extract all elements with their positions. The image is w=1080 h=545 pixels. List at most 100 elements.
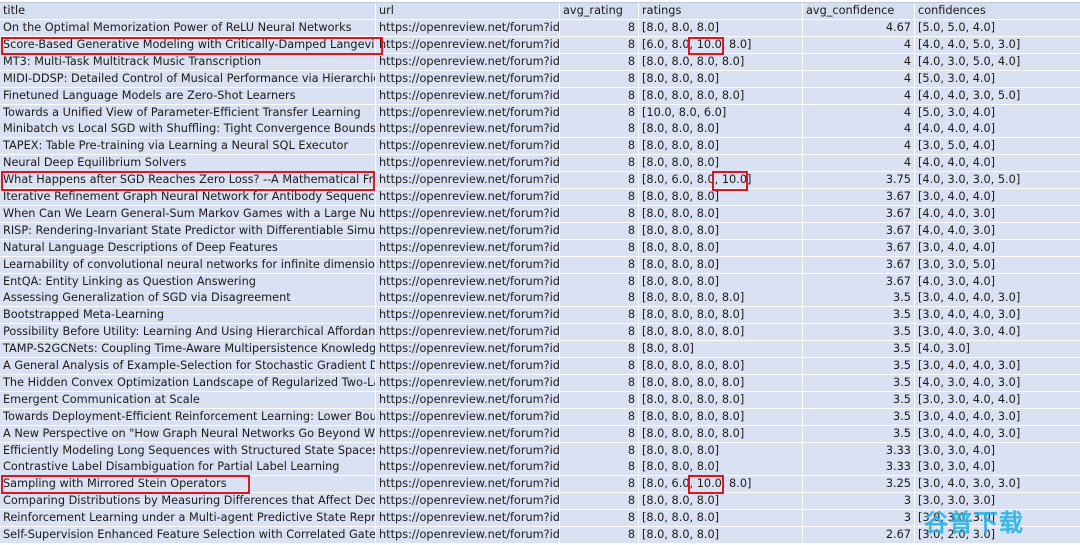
column-header-avg-confidence[interactable]: avg_confidence [803,3,915,19]
cell-avg-rating[interactable]: 8 [560,476,639,493]
cell-ratings[interactable]: [8.0, 8.0, 8.0] [639,20,803,36]
cell-avg-rating[interactable]: 8 [560,324,639,341]
cell-title[interactable]: The Hidden Convex Optimization Landscape… [0,374,376,391]
cell-confidences[interactable]: [4.0, 3.0, 3.0, 5.0] [915,172,1080,188]
cell-url[interactable]: https://openreview.net/forum?id= [376,442,560,459]
cell-avg-rating[interactable]: 8 [560,391,639,408]
cell-title[interactable]: Self-Supervision Enhanced Feature Select… [0,527,376,543]
cell-ratings[interactable]: [8.0, 8.0, 8.0] [639,510,803,527]
cell-confidences[interactable]: [3.0, 4.0, 3.0, 3.0] [915,476,1080,492]
cell-avg-rating[interactable]: 8 [560,87,639,104]
cell-ratings[interactable]: [8.0, 8.0, 8.0] [639,256,803,273]
cell-avg-rating[interactable]: 8 [560,155,639,172]
cell-avg-confidence[interactable]: 4 [803,138,915,155]
cell-url[interactable]: https://openreview.net/forum?id= [376,510,560,527]
cell-avg-confidence[interactable]: 3.67 [803,273,915,290]
cell-ratings[interactable]: [8.0, 8.0, 8.0] [639,222,803,239]
cell-ratings[interactable]: [8.0, 8.0, 8.0] [639,138,803,155]
cell-ratings[interactable]: [8.0, 8.0, 8.0] [639,70,803,87]
cell-url[interactable]: https://openreview.net/forum?id= [376,341,560,358]
cell-confidences[interactable]: [3.0, 4.0, 4.0] [915,189,1080,205]
cell-confidences[interactable]: [4.0, 3.0, 5.0, 4.0] [915,54,1080,70]
cell-ratings[interactable]: [8.0, 8.0, 8.0] [639,493,803,510]
cell-url[interactable]: https://openreview.net/forum?id= [376,527,560,543]
cell-confidences[interactable]: [3.0, 3.0, 4.0, 4.0] [915,392,1080,408]
cell-ratings[interactable]: [8.0, 8.0, 8.0] [639,442,803,459]
cell-url[interactable]: https://openreview.net/forum?id= [376,20,560,36]
cell-ratings[interactable]: [8.0, 8.0, 8.0, 8.0] [639,307,803,324]
cell-ratings[interactable]: [8.0, 8.0, 8.0, 8.0] [639,358,803,374]
cell-url[interactable]: https://openreview.net/forum?id= [376,290,560,307]
cell-avg-confidence[interactable]: 4 [803,70,915,87]
cell-title[interactable]: Finetuned Language Models are Zero-Shot … [0,87,376,104]
cell-confidences[interactable]: [3.0, 3.0, 4.0] [915,443,1080,459]
cell-ratings[interactable]: [8.0, 8.0, 8.0] [639,459,803,476]
cell-confidences[interactable]: [3.0, 4.0, 4.0, 3.0] [915,426,1080,442]
cell-confidences[interactable]: [4.0, 3.0] [915,341,1080,357]
cell-url[interactable]: https://openreview.net/forum?id= [376,358,560,374]
cell-title[interactable]: When Can We Learn General-Sum Markov Gam… [0,205,376,222]
cell-title[interactable]: Assessing Generalization of SGD via Disa… [0,290,376,307]
cell-avg-rating[interactable]: 8 [560,358,639,374]
cell-ratings[interactable]: [8.0, 8.0, 8.0, 8.0] [639,324,803,341]
cell-confidences[interactable]: [3.0, 3.0, 4.0] [915,459,1080,475]
cell-confidences[interactable]: [4.0, 4.0, 3.0] [915,223,1080,239]
cell-url[interactable]: https://openreview.net/forum?id= [376,459,560,476]
cell-url[interactable]: https://openreview.net/forum?id= [376,273,560,290]
column-header-title[interactable]: title [0,3,376,19]
cell-url[interactable]: https://openreview.net/forum?id= [376,70,560,87]
cell-title[interactable]: A New Perspective on "How Graph Neural N… [0,425,376,442]
cell-title[interactable]: Possibility Before Utility: Learning And… [0,324,376,341]
cell-confidences[interactable]: [3.0, 4.0, 3.0, 4.0] [915,324,1080,340]
cell-title[interactable]: Learnability of convolutional neural net… [0,256,376,273]
cell-title[interactable]: Emergent Communication at Scale [0,391,376,408]
cell-url[interactable]: https://openreview.net/forum?id= [376,53,560,70]
cell-ratings[interactable]: [8.0, 8.0, 8.0, 8.0] [639,87,803,104]
cell-ratings[interactable]: [8.0, 8.0, 8.0, 8.0] [639,53,803,70]
cell-title[interactable]: MT3: Multi-Task Multitrack Music Transcr… [0,53,376,70]
cell-avg-rating[interactable]: 8 [560,36,639,53]
cell-title[interactable]: TAPEX: Table Pre-training via Learning a… [0,138,376,155]
cell-confidences[interactable]: [3.0, 5.0, 4.0] [915,138,1080,154]
cell-confidences[interactable]: [4.0, 4.0, 3.0] [915,206,1080,222]
cell-avg-confidence[interactable]: 3.33 [803,459,915,476]
cell-avg-rating[interactable]: 8 [560,172,639,189]
column-header-confidences[interactable]: confidences [915,3,1080,19]
cell-avg-rating[interactable]: 8 [560,53,639,70]
cell-url[interactable]: https://openreview.net/forum?id= [376,256,560,273]
cell-confidences[interactable]: [4.0, 4.0, 5.0, 3.0] [915,37,1080,53]
cell-ratings[interactable]: [8.0, 6.0, 8.0, 10.0] [639,172,803,189]
column-header-url[interactable]: url [376,3,560,19]
cell-avg-confidence[interactable]: 4 [803,53,915,70]
cell-title[interactable]: Contrastive Label Disambiguation for Par… [0,459,376,476]
cell-avg-confidence[interactable]: 4 [803,87,915,104]
cell-avg-confidence[interactable]: 4.67 [803,20,915,36]
cell-url[interactable]: https://openreview.net/forum?id= [376,205,560,222]
cell-avg-confidence[interactable]: 3.67 [803,189,915,205]
cell-title[interactable]: Efficiently Modeling Long Sequences with… [0,442,376,459]
cell-title[interactable]: What Happens after SGD Reaches Zero Loss… [0,172,376,189]
cell-ratings[interactable]: [8.0, 8.0, 8.0, 8.0] [639,374,803,391]
cell-confidences[interactable]: [3.0, 3.0, 5.0] [915,257,1080,273]
cell-title[interactable]: Natural Language Descriptions of Deep Fe… [0,239,376,256]
cell-confidences[interactable]: [3.0, 4.0, 4.0, 3.0] [915,358,1080,374]
cell-avg-rating[interactable]: 8 [560,408,639,425]
cell-avg-confidence[interactable]: 3.75 [803,172,915,189]
cell-confidences[interactable]: [5.0, 3.0, 4.0] [915,105,1080,121]
cell-url[interactable]: https://openreview.net/forum?id= [376,493,560,510]
cell-ratings[interactable]: [8.0, 6.0, 10.0, 8.0] [639,476,803,493]
cell-title[interactable]: On the Optimal Memorization Power of ReL… [0,20,376,36]
cell-title[interactable]: Comparing Distributions by Measuring Dif… [0,493,376,510]
cell-avg-confidence[interactable]: 3 [803,493,915,510]
cell-avg-confidence[interactable]: 4 [803,36,915,53]
cell-avg-confidence[interactable]: 3.5 [803,307,915,324]
cell-avg-confidence[interactable]: 3.5 [803,324,915,341]
cell-confidences[interactable]: [4.0, 4.0, 4.0] [915,121,1080,137]
cell-avg-confidence[interactable]: 3.67 [803,239,915,256]
cell-url[interactable]: https://openreview.net/forum?id= [376,155,560,172]
cell-avg-confidence[interactable]: 4 [803,104,915,121]
cell-title[interactable]: Bootstrapped Meta-Learning [0,307,376,324]
cell-confidences[interactable]: [5.0, 5.0, 4.0] [915,20,1080,36]
cell-confidences[interactable]: [3.0, 4.0, 4.0, 3.0] [915,307,1080,323]
cell-url[interactable]: https://openreview.net/forum?id= [376,172,560,189]
